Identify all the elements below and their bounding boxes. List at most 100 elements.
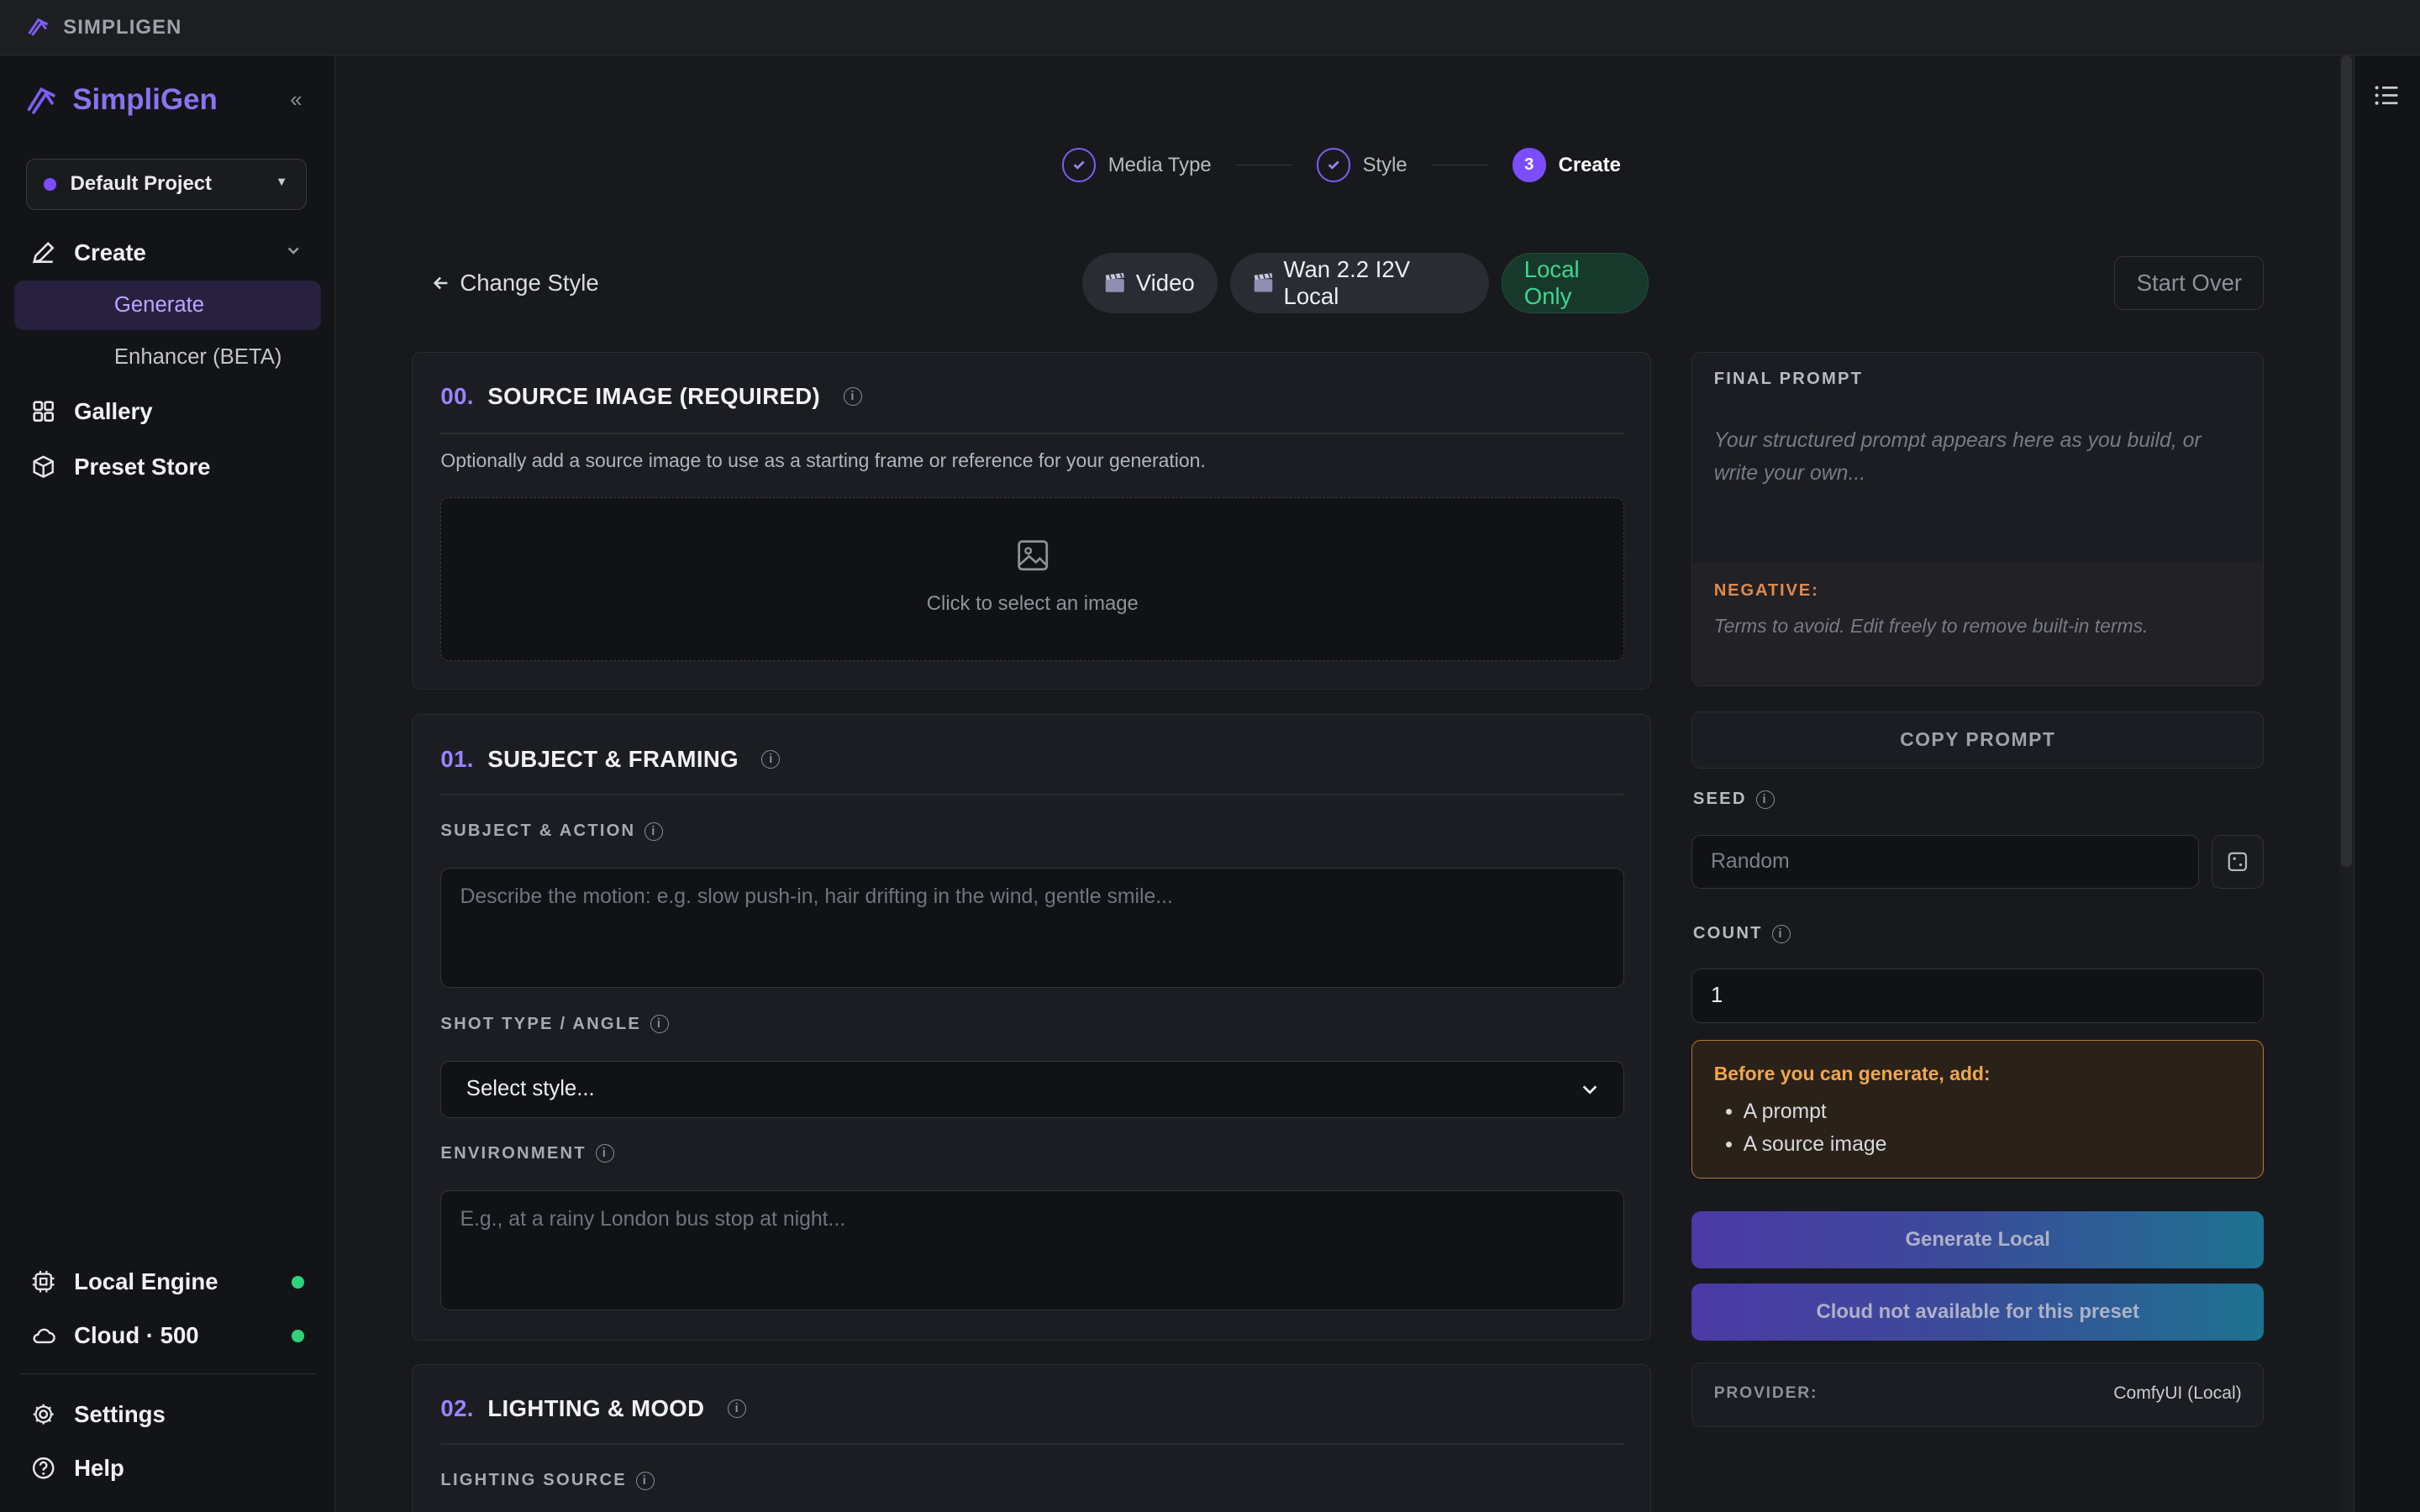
copy-prompt-button[interactable]: COPY PROMPT	[1691, 711, 2265, 769]
section-divider	[440, 794, 1625, 795]
nav-gallery[interactable]: Gallery	[31, 398, 153, 425]
nav-help-label: Help	[74, 1454, 124, 1481]
image-icon	[1017, 540, 1048, 571]
main-content: Media Type Style 3 Create Change Style V…	[336, 55, 2339, 1512]
warning-list: A prompt A source image	[1744, 1096, 1887, 1161]
nav-settings[interactable]: Settings	[31, 1401, 166, 1428]
shot-type-label: SHOT TYPE / ANGLE i	[440, 1015, 670, 1034]
cloud-icon	[33, 1329, 55, 1344]
info-icon[interactable]: i	[761, 750, 781, 769]
section-index: 02.	[440, 1395, 474, 1422]
section-title-text: SUBJECT & FRAMING	[487, 746, 739, 773]
nav-cloud[interactable]: Cloud · 500	[31, 1322, 199, 1349]
local-engine-status-dot	[292, 1275, 304, 1289]
main-scrollbar[interactable]	[2339, 55, 2354, 1512]
brand[interactable]: SimpliGen	[24, 83, 218, 117]
step-label: Style	[1362, 153, 1407, 176]
scrollbar-thumb[interactable]	[2341, 55, 2353, 868]
section-description: Optionally add a source image to use as …	[440, 449, 1206, 472]
generate-cloud-button[interactable]: Cloud not available for this preset	[1691, 1284, 2265, 1341]
lighting-mood-card: 02. LIGHTING & MOOD i LIGHTING SOURCE i	[412, 1363, 1652, 1512]
project-color-dot	[44, 178, 57, 191]
randomize-seed-button[interactable]	[2211, 834, 2265, 889]
clapperboard-icon	[1105, 273, 1125, 293]
change-style-label: Change Style	[460, 270, 599, 297]
nav-local-engine[interactable]: Local Engine	[31, 1268, 218, 1295]
info-icon[interactable]: i	[650, 1015, 670, 1034]
start-over-button[interactable]: Start Over	[2114, 255, 2265, 311]
check-icon	[1061, 148, 1097, 182]
info-icon[interactable]: i	[635, 1471, 655, 1490]
nav-enhancer[interactable]: Enhancer (BETA)	[114, 345, 282, 370]
warning-item: A prompt	[1744, 1096, 1887, 1129]
provider-info: PROVIDER: ComfyUI (Local)	[1691, 1362, 2265, 1427]
nav-help[interactable]: Help	[31, 1455, 124, 1482]
model-label: Wan 2.2 I2V Local	[1283, 256, 1411, 310]
section-divider	[440, 1443, 1625, 1446]
nav-preset-store-label: Preset Store	[74, 453, 211, 480]
title-bar: SIMPLIGEN	[0, 0, 2420, 56]
seed-input[interactable]: Random	[1691, 834, 2200, 889]
collapse-sidebar-icon[interactable]: «	[290, 88, 302, 113]
field-label-text: LIGHTING SOURCE	[440, 1471, 627, 1490]
provider-label: PROVIDER:	[1713, 1384, 1818, 1403]
source-image-card: 00. SOURCE IMAGE (REQUIRED) i Optionally…	[412, 351, 1652, 690]
arrow-left-icon	[434, 277, 448, 290]
step-media-type[interactable]: Media Type	[1061, 148, 1212, 182]
section-index: 00.	[440, 383, 474, 410]
model-chip[interactable]: Wan 2.2 I2V Local	[1229, 253, 1490, 313]
seed-label-text: SEED	[1692, 790, 1747, 809]
step-label: Media Type	[1107, 153, 1212, 176]
info-icon[interactable]: i	[1771, 924, 1791, 943]
step-style[interactable]: Style	[1316, 148, 1407, 182]
count-label: COUNT i	[1693, 924, 1791, 943]
chevron-down-icon	[1582, 1085, 1597, 1095]
lighting-source-label: LIGHTING SOURCE i	[440, 1471, 655, 1490]
change-style-button[interactable]: Change Style	[432, 270, 599, 297]
environment-label: ENVIRONMENT i	[440, 1143, 614, 1163]
field-label-text: SUBJECT & ACTION	[440, 822, 636, 841]
section-title: 00. SOURCE IMAGE (REQUIRED) i	[440, 383, 862, 410]
list-icon[interactable]	[2373, 81, 2401, 109]
project-name: Default Project	[70, 172, 213, 196]
info-icon[interactable]: i	[595, 1144, 614, 1163]
section-title-text: LIGHTING & MOOD	[487, 1395, 705, 1422]
negative-prompt-area: NEGATIVE: Terms to avoid. Edit freely to…	[1692, 562, 2264, 686]
pen-icon	[32, 241, 55, 264]
step-label: Create	[1558, 153, 1621, 176]
negative-prompt-input[interactable]: Terms to avoid. Edit freely to remove bu…	[1714, 615, 2149, 638]
negative-label: NEGATIVE:	[1713, 580, 1819, 600]
section-title-text: SOURCE IMAGE (REQUIRED)	[487, 383, 820, 410]
image-dropzone[interactable]: Click to select an image	[440, 497, 1625, 662]
section-index: 01.	[440, 746, 474, 773]
final-prompt-input[interactable]: Your structured prompt appears here as y…	[1714, 425, 2238, 490]
media-type-chip[interactable]: Video	[1081, 253, 1218, 313]
field-label-text: ENVIRONMENT	[440, 1143, 587, 1163]
gear-icon	[33, 1404, 54, 1425]
local-only-chip[interactable]: Local Only	[1502, 253, 1649, 313]
info-icon[interactable]: i	[1755, 790, 1775, 809]
count-input[interactable]: 1	[1691, 969, 2265, 1023]
info-icon[interactable]: i	[644, 822, 664, 841]
nav-generate[interactable]: Generate	[13, 281, 322, 331]
chevron-down-icon[interactable]	[286, 244, 301, 259]
nav-create[interactable]: Create	[31, 239, 146, 266]
nav-preset-store[interactable]: Preset Store	[31, 453, 211, 480]
shot-type-select[interactable]: Select style...	[440, 1060, 1625, 1118]
brand-logo-icon	[28, 87, 56, 114]
nav-gallery-label: Gallery	[74, 397, 153, 424]
environment-input[interactable]: E.g., at a rainy London bus stop at nigh…	[440, 1190, 1625, 1311]
step-create[interactable]: 3 Create	[1512, 148, 1621, 182]
step-number: 3	[1512, 148, 1546, 182]
cube-icon	[33, 455, 54, 479]
subject-action-input[interactable]: Describe the motion: e.g. slow push-in, …	[440, 868, 1625, 989]
project-selector[interactable]: Default Project ▼	[26, 159, 308, 210]
count-label-text: COUNT	[1692, 924, 1763, 943]
right-rail	[2353, 55, 2420, 1512]
info-icon[interactable]: i	[727, 1399, 746, 1419]
warning-title: Before you can generate, add:	[1713, 1062, 1991, 1084]
generate-local-button[interactable]: Generate Local	[1691, 1210, 2265, 1268]
info-icon[interactable]: i	[843, 387, 862, 407]
subject-action-label: SUBJECT & ACTION i	[440, 822, 664, 841]
caret-down-icon: ▼	[275, 175, 288, 189]
